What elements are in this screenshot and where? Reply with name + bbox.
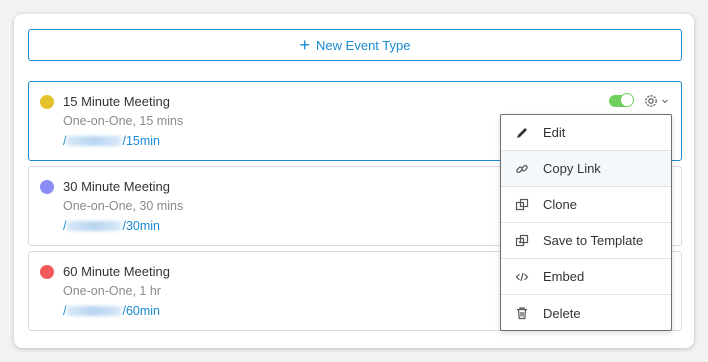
new-event-type-label: New Event Type [316,37,411,53]
event-subtitle: One-on-One, 1 hr [63,284,161,298]
menu-item-copy-link[interactable]: Copy Link [501,151,671,187]
menu-item-edit[interactable]: Edit [501,115,671,151]
chevron-down-icon [662,99,668,104]
redacted-username [67,221,122,231]
settings-menu: Edit Copy Link Clone Save to Template Em… [500,114,672,331]
event-color-dot [40,265,54,279]
plus-icon: + [299,34,311,55]
menu-item-delete[interactable]: Delete [501,295,671,331]
clone-icon [515,198,529,212]
trash-icon [515,306,529,320]
redacted-username [67,136,122,146]
pencil-icon [515,126,529,140]
event-title[interactable]: 30 Minute Meeting [63,179,170,194]
event-link[interactable]: / /30min [63,219,160,233]
event-subtitle: One-on-One, 30 mins [63,199,184,213]
event-enabled-toggle[interactable] [609,93,634,107]
menu-item-embed[interactable]: Embed [501,259,671,295]
event-color-dot [40,180,54,194]
settings-dropdown-button[interactable] [643,93,669,109]
link-icon [515,162,529,176]
gear-icon [645,95,657,107]
event-link[interactable]: / /15min [63,134,160,148]
event-subtitle: One-on-One, 15 mins [63,114,184,128]
menu-item-save-to-template[interactable]: Save to Template [501,223,671,259]
event-link[interactable]: / /60min [63,304,160,318]
menu-item-clone[interactable]: Clone [501,187,671,223]
event-color-dot [40,95,54,109]
redacted-username [67,306,122,316]
code-icon [515,270,529,284]
event-title[interactable]: 60 Minute Meeting [63,264,170,279]
template-icon [515,234,529,248]
new-event-type-button[interactable]: + New Event Type [28,29,682,61]
event-title[interactable]: 15 Minute Meeting [63,94,170,109]
toggle-knob [620,93,634,107]
